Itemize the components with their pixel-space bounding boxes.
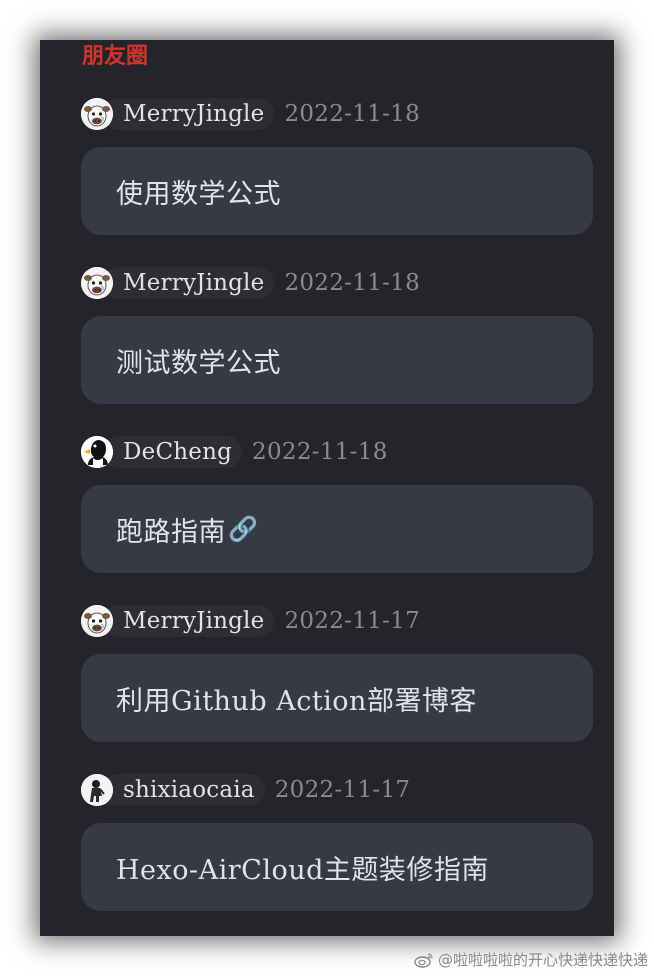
post-date: 2022-11-18: [284, 270, 421, 296]
post-content: 使用数学公式: [116, 178, 281, 210]
post-card[interactable]: Hexo-AirCloud主题装修指南: [81, 823, 593, 911]
author-name[interactable]: MerryJingle: [103, 267, 275, 299]
post-card[interactable]: 跑路指南 🔗: [81, 485, 593, 573]
link-icon: 🔗: [228, 515, 259, 543]
figure-avatar-icon[interactable]: [81, 774, 113, 806]
friends-feed-panel: 朋友圈 MerryJingle 2022-11-18 使用数学公式 MerryJ…: [40, 40, 614, 936]
cow-avatar-icon[interactable]: [81, 605, 113, 637]
post-meta: MerryJingle 2022-11-18: [81, 97, 420, 131]
post-content: Hexo-AirCloud主题装修指南: [116, 854, 489, 886]
watermark-text: @啦啦啦啦的开心快递快递快递: [437, 951, 648, 969]
post-date: 2022-11-17: [284, 608, 421, 634]
cow-avatar-icon[interactable]: [81, 98, 113, 130]
author-name[interactable]: shixiaocaia: [103, 774, 265, 806]
post-date: 2022-11-17: [274, 777, 411, 803]
feed-post: MerryJingle 2022-11-17 利用Github Action部署…: [81, 604, 593, 774]
post-date: 2022-11-18: [284, 101, 421, 127]
post-content: 测试数学公式: [116, 347, 281, 379]
post-meta: DeCheng 2022-11-18: [81, 435, 388, 469]
post-meta: MerryJingle 2022-11-17: [81, 604, 420, 638]
weibo-icon: [414, 952, 433, 968]
cow-avatar-icon[interactable]: [81, 267, 113, 299]
post-content: 跑路指南: [116, 516, 226, 548]
post-card[interactable]: 使用数学公式: [81, 147, 593, 235]
author-name[interactable]: MerryJingle: [103, 605, 275, 637]
duck-avatar-icon[interactable]: [81, 436, 113, 468]
feed-post: DeCheng 2022-11-18 跑路指南 🔗: [81, 435, 593, 605]
author-name[interactable]: DeCheng: [103, 436, 243, 468]
post-card[interactable]: 测试数学公式: [81, 316, 593, 404]
feed-post: MerryJingle 2022-11-18 使用数学公式: [81, 97, 593, 267]
feed-post: MerryJingle 2022-11-18 测试数学公式: [81, 266, 593, 436]
page-title: 朋友圈: [82, 43, 149, 69]
author-name[interactable]: MerryJingle: [103, 98, 275, 130]
post-date: 2022-11-18: [252, 439, 388, 465]
feed-post: shixiaocaia 2022-11-17 Hexo-AirCloud主题装修…: [81, 773, 593, 943]
post-meta: MerryJingle 2022-11-18: [81, 266, 420, 300]
post-content: 利用Github Action部署博客: [116, 685, 477, 717]
post-card[interactable]: 利用Github Action部署博客: [81, 654, 593, 742]
post-meta: shixiaocaia 2022-11-17: [81, 773, 410, 807]
watermark: @啦啦啦啦的开心快递快递快递: [414, 949, 648, 970]
